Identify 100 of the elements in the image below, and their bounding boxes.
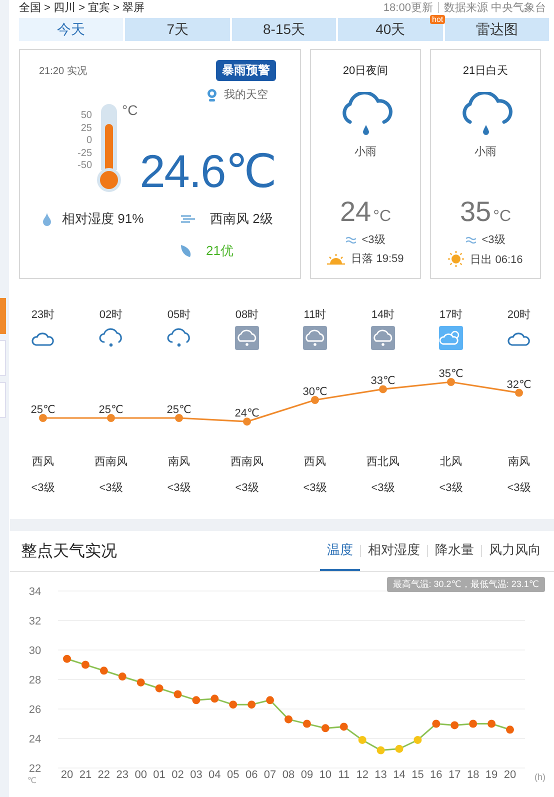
hot-badge: hot: [430, 15, 446, 24]
data-point: [488, 720, 496, 728]
wind-level: <3级: [235, 481, 259, 495]
axis-tick-label: 14: [393, 769, 406, 781]
axis-tick-label: 08: [282, 769, 295, 781]
data-point: [248, 700, 256, 709]
wind-level: <3级: [371, 481, 395, 495]
unit-label: °C: [122, 102, 138, 118]
hour-label: 05时: [167, 308, 191, 322]
data-point: [118, 672, 126, 681]
metric-tab[interactable]: 降水量: [428, 531, 481, 571]
hour-label: 11时: [304, 308, 326, 322]
observation-time: 21:20 实况: [39, 64, 87, 78]
wind-reading: 西南风 2级: [210, 210, 273, 228]
unit-label: °C: [373, 208, 392, 226]
hour-label: 14时: [371, 308, 395, 322]
water-drop-icon: [42, 212, 52, 226]
metric-tab[interactable]: 相对湿度: [361, 531, 427, 571]
data-point: [414, 736, 422, 744]
unit-label: °C: [493, 208, 512, 226]
scale-label: 50: [80, 110, 92, 122]
data-point: [136, 678, 145, 686]
temperature-label: 25℃: [30, 404, 56, 416]
axis-tick-label: 11: [338, 769, 350, 781]
wind-level: <3级: [362, 233, 386, 247]
axis-tick-label: 17: [448, 769, 461, 781]
wind-level: <3级: [31, 481, 55, 495]
wind-level: <3级: [439, 481, 463, 495]
axis-tick-label: 20: [60, 769, 74, 781]
current-temperature: 24.6℃: [140, 144, 276, 198]
hour-label: 23时: [31, 308, 55, 322]
period-temperature: 24: [340, 196, 372, 228]
axis-tick-label: 12: [356, 769, 368, 781]
forecast-tab[interactable]: 7天: [125, 18, 230, 41]
data-point: [243, 418, 251, 426]
axis-tick-label: 20: [504, 769, 516, 781]
temperature-label: 25℃: [166, 404, 192, 416]
hour-label: 20时: [507, 308, 531, 322]
scale-label: 25: [80, 122, 92, 135]
wind-level: <3级: [303, 481, 327, 495]
data-point: [229, 700, 238, 709]
data-point: [358, 736, 366, 744]
data-point: [340, 722, 348, 731]
forecast-tab[interactable]: 8-15天: [232, 18, 336, 41]
data-point: [376, 746, 385, 754]
data-point: [39, 414, 47, 422]
data-point: [469, 720, 478, 728]
period-temperature: 35: [460, 196, 492, 228]
update-time: 18:00更新: [383, 0, 433, 14]
axis-tick-label: 19: [485, 769, 498, 781]
data-point: [515, 388, 523, 397]
data-point: [192, 696, 200, 704]
period-title: 20日夜间: [342, 64, 388, 78]
temperature-summary: 最高气温: 30.2℃，最低气温: 23.1℃: [386, 577, 545, 592]
data-point: [379, 385, 387, 394]
data-point: [100, 666, 108, 675]
metric-tab[interactable]: 风力风向: [482, 531, 548, 571]
axis-tick-label: 22: [28, 763, 42, 775]
wind-direction: 西南风: [230, 455, 264, 469]
rain-cloud-icon: [235, 326, 259, 350]
wind-direction: 南风: [508, 455, 530, 469]
weather-text: 小雨: [354, 145, 376, 159]
forecast-tab[interactable]: 今天: [19, 18, 124, 41]
location-link[interactable]: 我的天空: [224, 87, 268, 102]
axis-tick-label: 28: [28, 674, 42, 686]
axis-tick-label: 15: [412, 769, 424, 781]
sun-cloud-icon: [439, 326, 463, 350]
temperature-label: 32℃: [506, 378, 532, 391]
wind-direction: 西风: [32, 455, 54, 469]
axis-tick-label: 02: [172, 769, 184, 781]
axis-tick-label: 26: [28, 704, 42, 716]
hour-label: 02时: [99, 308, 123, 322]
scale-label: -25: [76, 148, 92, 160]
forecast-tab[interactable]: 雷达图: [444, 18, 550, 41]
data-point: [155, 684, 164, 692]
wind-direction: 南风: [168, 455, 190, 469]
breadcrumb[interactable]: 全国 > 四川 > 宜宾 > 翠屏: [19, 0, 145, 14]
data-point: [321, 724, 330, 732]
axis-unit: ℃: [28, 776, 36, 785]
axis-tick-label: 01: [153, 769, 166, 781]
axis-tick-label: 00: [134, 769, 147, 781]
wind-direction: 西风: [304, 455, 326, 469]
wind-level: <3级: [507, 481, 531, 495]
temperature-label: 35℃: [438, 368, 464, 380]
axis-tick-label: 10: [319, 769, 332, 781]
data-point: [302, 720, 311, 728]
wind-icon: [466, 236, 476, 244]
air-quality-reading: 21优: [206, 242, 234, 260]
data-point: [266, 696, 274, 704]
axis-tick-label: 04: [208, 769, 221, 781]
wind-direction: 西北风: [366, 455, 400, 469]
wind-level: <3级: [482, 233, 506, 247]
side-tab[interactable]: [0, 298, 6, 334]
data-point: [107, 414, 115, 422]
data-point: [450, 721, 459, 730]
data-point: [175, 414, 183, 422]
sun-time: 日出 06:16: [470, 252, 523, 266]
sun-icon: [448, 251, 464, 267]
rainstorm-alert-button[interactable]: 暴雨预警: [216, 60, 276, 81]
data-point: [81, 660, 90, 669]
